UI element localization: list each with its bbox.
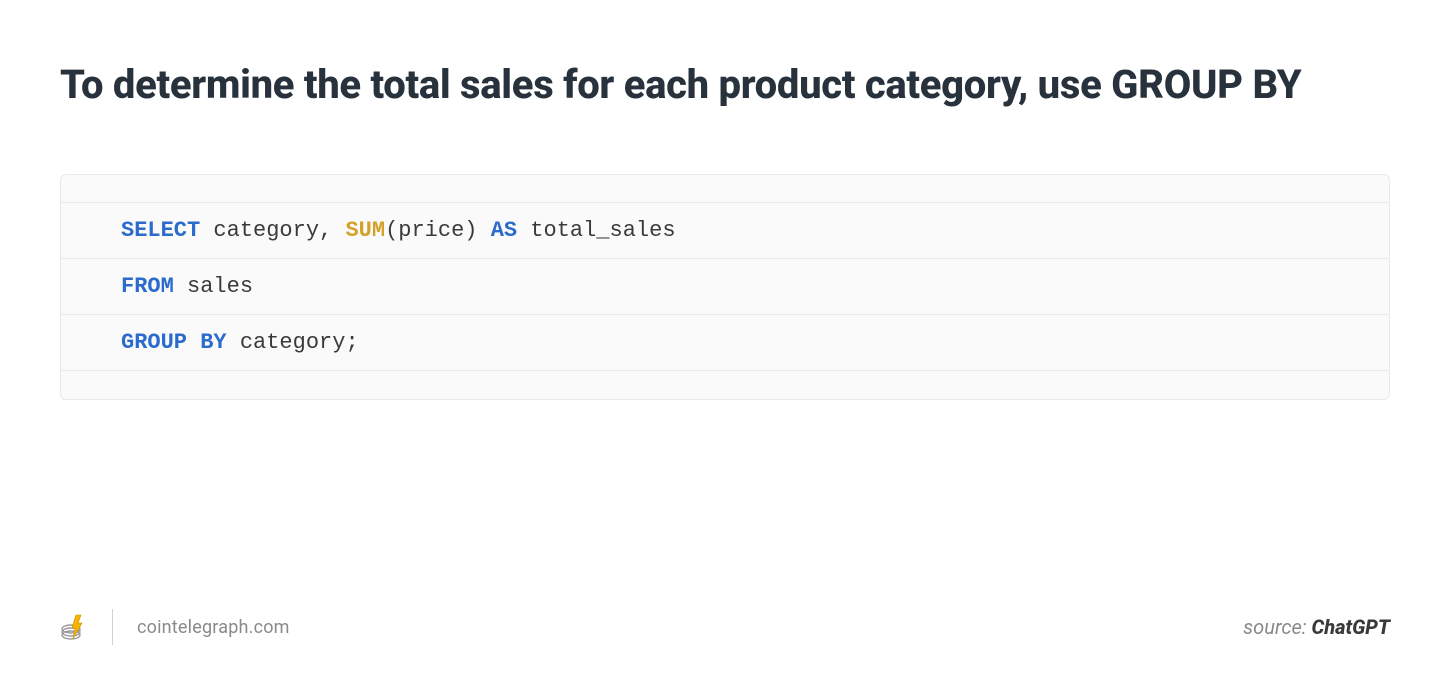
code-text: sales (174, 274, 253, 299)
source-name: ChatGPT (1311, 615, 1390, 639)
kw-sum: SUM (345, 218, 385, 243)
page-title: To determine the total sales for each pr… (60, 58, 1390, 112)
footer-left: cointelegraph.com (60, 609, 290, 645)
footer-divider (112, 609, 113, 645)
kw-from: FROM (121, 274, 174, 299)
code-text: (price) (385, 218, 491, 243)
code-block: SELECT category, SUM(price) AS total_sal… (60, 174, 1390, 400)
source-label: source: ChatGPT (1243, 615, 1390, 639)
site-label: cointelegraph.com (137, 617, 290, 638)
code-line-2: FROM sales (61, 259, 1389, 315)
cointelegraph-logo-icon (60, 613, 88, 641)
code-line-1: SELECT category, SUM(price) AS total_sal… (61, 203, 1389, 259)
kw-as: AS (491, 218, 517, 243)
code-line-3: GROUP BY category; (61, 315, 1389, 371)
kw-select: SELECT (121, 218, 200, 243)
code-text: category, (200, 218, 345, 243)
code-padding-bottom (61, 371, 1389, 399)
footer: cointelegraph.com source: ChatGPT (60, 609, 1390, 645)
source-prefix: source: (1243, 615, 1311, 639)
code-padding-top (61, 175, 1389, 203)
code-text: total_sales (517, 218, 675, 243)
code-text: category; (227, 330, 359, 355)
kw-group-by: GROUP BY (121, 330, 227, 355)
